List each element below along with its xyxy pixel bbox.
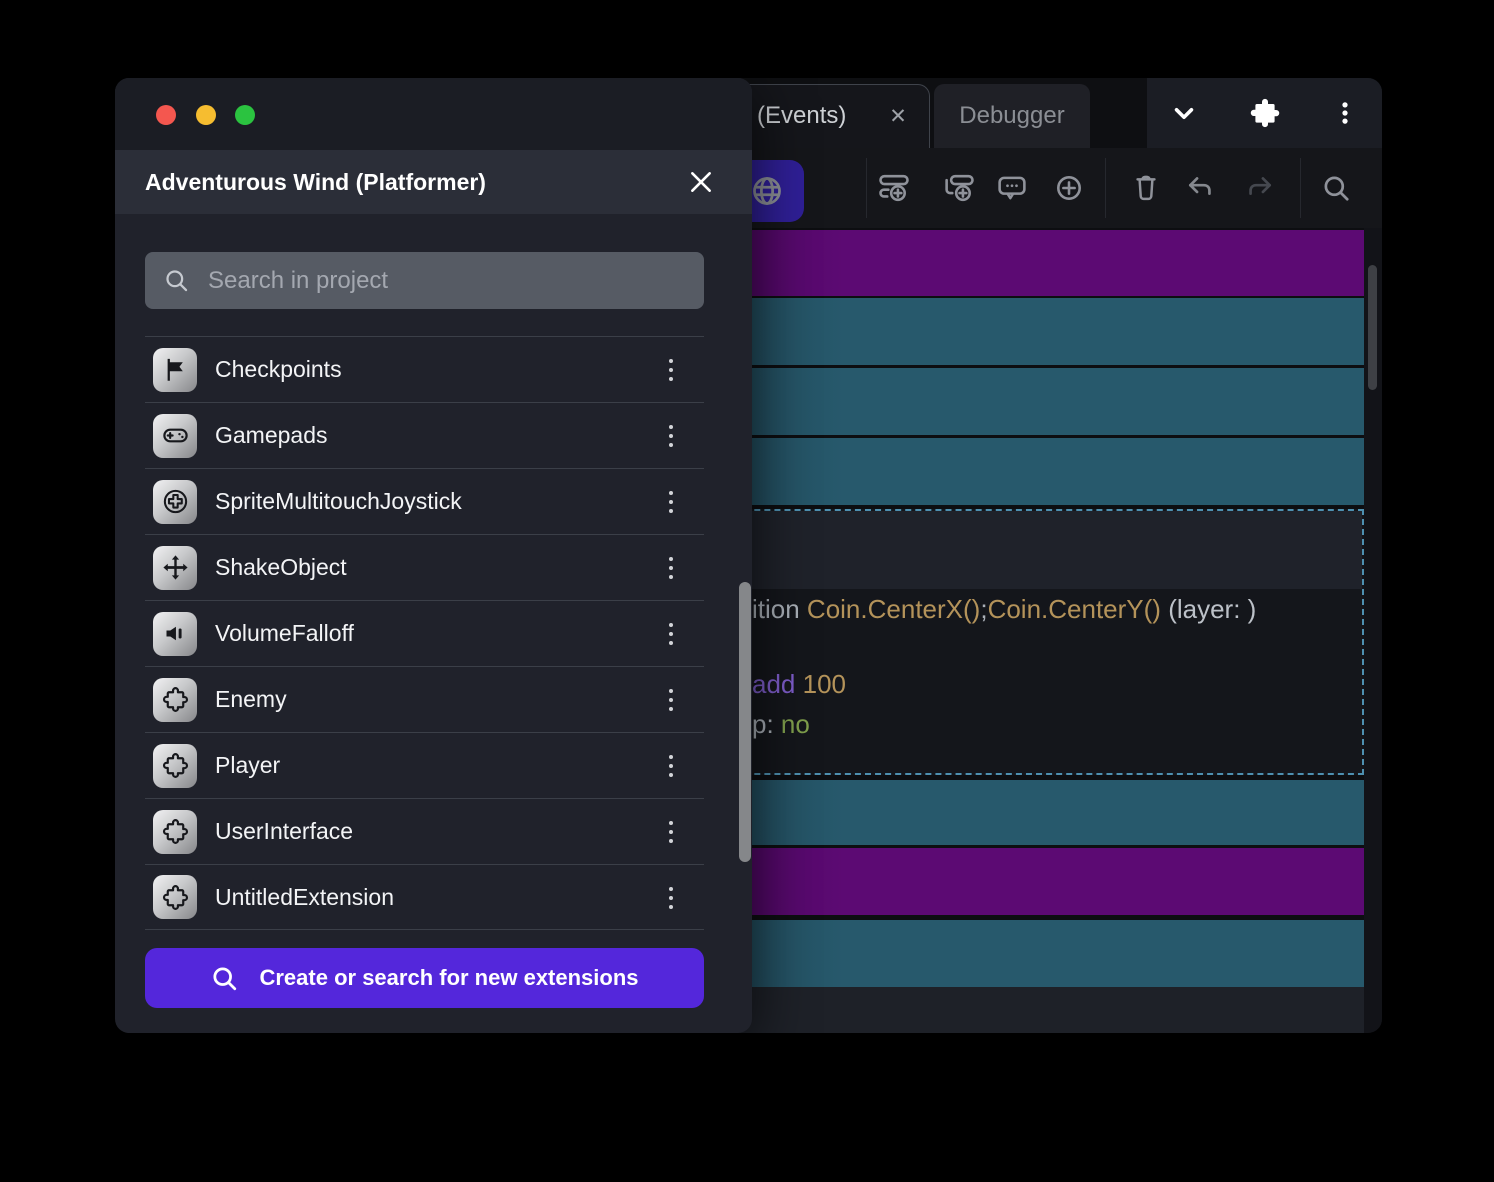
event-conditions-area	[706, 511, 1362, 589]
create-search-extensions-button[interactable]: Create or search for new extensions	[145, 948, 704, 1008]
events-scrollbar-track[interactable]	[1364, 228, 1382, 1033]
close-traffic-light[interactable]	[156, 105, 176, 125]
event-row[interactable]	[704, 848, 1364, 915]
cta-label: Create or search for new extensions	[259, 965, 639, 990]
search-events-button[interactable]	[1314, 166, 1358, 210]
list-item-spritemultitouchjoystick[interactable]: SpriteMultitouchJoystick	[145, 468, 704, 534]
list-item-untitledextension[interactable]: UntitledExtension	[145, 864, 704, 930]
tab-bar: (Events) ✕ Debugger	[704, 78, 1382, 148]
puzzle-icon	[153, 809, 197, 854]
undo-button[interactable]	[1179, 166, 1223, 210]
project-search[interactable]	[145, 252, 704, 309]
extensions-list: Checkpoints Gamepads SpriteMultitouchJoy…	[145, 336, 704, 930]
kebab-menu-icon[interactable]	[1323, 91, 1367, 135]
item-menu-button[interactable]	[656, 403, 686, 469]
event-row[interactable]	[704, 438, 1364, 505]
tab-debugger[interactable]: Debugger	[934, 84, 1090, 148]
tab-events-label: (Events)	[757, 102, 847, 129]
event-row[interactable]	[704, 368, 1364, 435]
add-event-button[interactable]	[872, 166, 916, 210]
events-toolbar	[704, 148, 1382, 228]
add-circle-button[interactable]	[1047, 166, 1091, 210]
item-menu-button[interactable]	[656, 469, 686, 535]
puzzle-icon	[153, 743, 197, 788]
dialog-scrollbar-thumb[interactable]	[739, 582, 751, 862]
move-arrows-icon	[153, 545, 197, 590]
tab-debugger-label: Debugger	[959, 102, 1065, 129]
list-item-gamepads[interactable]: Gamepads	[145, 402, 704, 468]
chevron-down-icon[interactable]	[1162, 91, 1206, 135]
close-icon[interactable]	[686, 167, 716, 197]
list-item-checkpoints[interactable]: Checkpoints	[145, 336, 704, 402]
search-icon	[213, 966, 237, 990]
globe-icon	[753, 177, 781, 205]
puzzle-icon	[153, 875, 197, 919]
screen: (Events) ✕ Debugger ition Coin.CenterX()…	[0, 0, 1494, 1182]
item-menu-button[interactable]	[656, 865, 686, 931]
dialog-title: Adventurous Wind (Platformer)	[145, 169, 486, 195]
list-item-userinterface[interactable]: UserInterface	[145, 798, 704, 864]
minimize-traffic-light[interactable]	[196, 105, 216, 125]
tab-close-icon[interactable]: ✕	[881, 85, 915, 147]
tabbar-controls	[1147, 78, 1382, 148]
events-sheet: ition Coin.CenterX();Coin.CenterY() (lay…	[704, 228, 1382, 1033]
event-action-text: add 100	[752, 669, 846, 699]
dialog-header: Adventurous Wind (Platformer)	[115, 150, 752, 214]
event-row[interactable]	[704, 298, 1364, 365]
item-menu-button[interactable]	[656, 535, 686, 601]
extensions-dialog: Adventurous Wind (Platformer) Checkpoint…	[115, 78, 752, 1033]
event-row-selected[interactable]: ition Coin.CenterX();Coin.CenterY() (lay…	[704, 509, 1364, 775]
event-row[interactable]	[704, 230, 1364, 296]
item-menu-button[interactable]	[656, 667, 686, 733]
search-icon	[166, 270, 188, 292]
list-item-enemy[interactable]: Enemy	[145, 666, 704, 732]
list-item-volumefalloff[interactable]: VolumeFalloff	[145, 600, 704, 666]
item-menu-button[interactable]	[656, 733, 686, 799]
zoom-traffic-light[interactable]	[235, 105, 255, 125]
toolbar-divider	[1105, 158, 1106, 218]
event-row[interactable]	[704, 920, 1364, 987]
add-comment-button[interactable]	[990, 166, 1034, 210]
redo-button[interactable]	[1237, 166, 1281, 210]
events-editor-window: (Events) ✕ Debugger ition Coin.CenterX()…	[704, 78, 1382, 1033]
item-menu-button[interactable]	[656, 601, 686, 667]
joystick-icon	[153, 479, 197, 524]
speaker-icon	[153, 611, 197, 656]
dialog-titlebar	[115, 78, 752, 150]
events-scrollbar-thumb[interactable]	[1368, 265, 1377, 390]
event-row[interactable]	[704, 780, 1364, 845]
item-menu-button[interactable]	[656, 337, 686, 403]
gamepad-icon	[153, 413, 197, 458]
puzzle-icon	[153, 677, 197, 722]
event-action-text: p: no	[752, 709, 810, 739]
puzzle-icon[interactable]	[1243, 91, 1287, 135]
add-subevent-button[interactable]	[937, 166, 981, 210]
list-item-shakeobject[interactable]: ShakeObject	[145, 534, 704, 600]
delete-button[interactable]	[1124, 166, 1168, 210]
flag-icon	[153, 347, 197, 392]
search-input[interactable]	[206, 265, 686, 296]
list-item-player[interactable]: Player	[145, 732, 704, 798]
toolbar-divider	[866, 158, 867, 218]
event-action-text: ition Coin.CenterX();Coin.CenterY() (lay…	[752, 594, 1257, 624]
item-menu-button[interactable]	[656, 799, 686, 865]
toolbar-divider	[1300, 158, 1301, 218]
events-empty-area	[704, 987, 1364, 1033]
